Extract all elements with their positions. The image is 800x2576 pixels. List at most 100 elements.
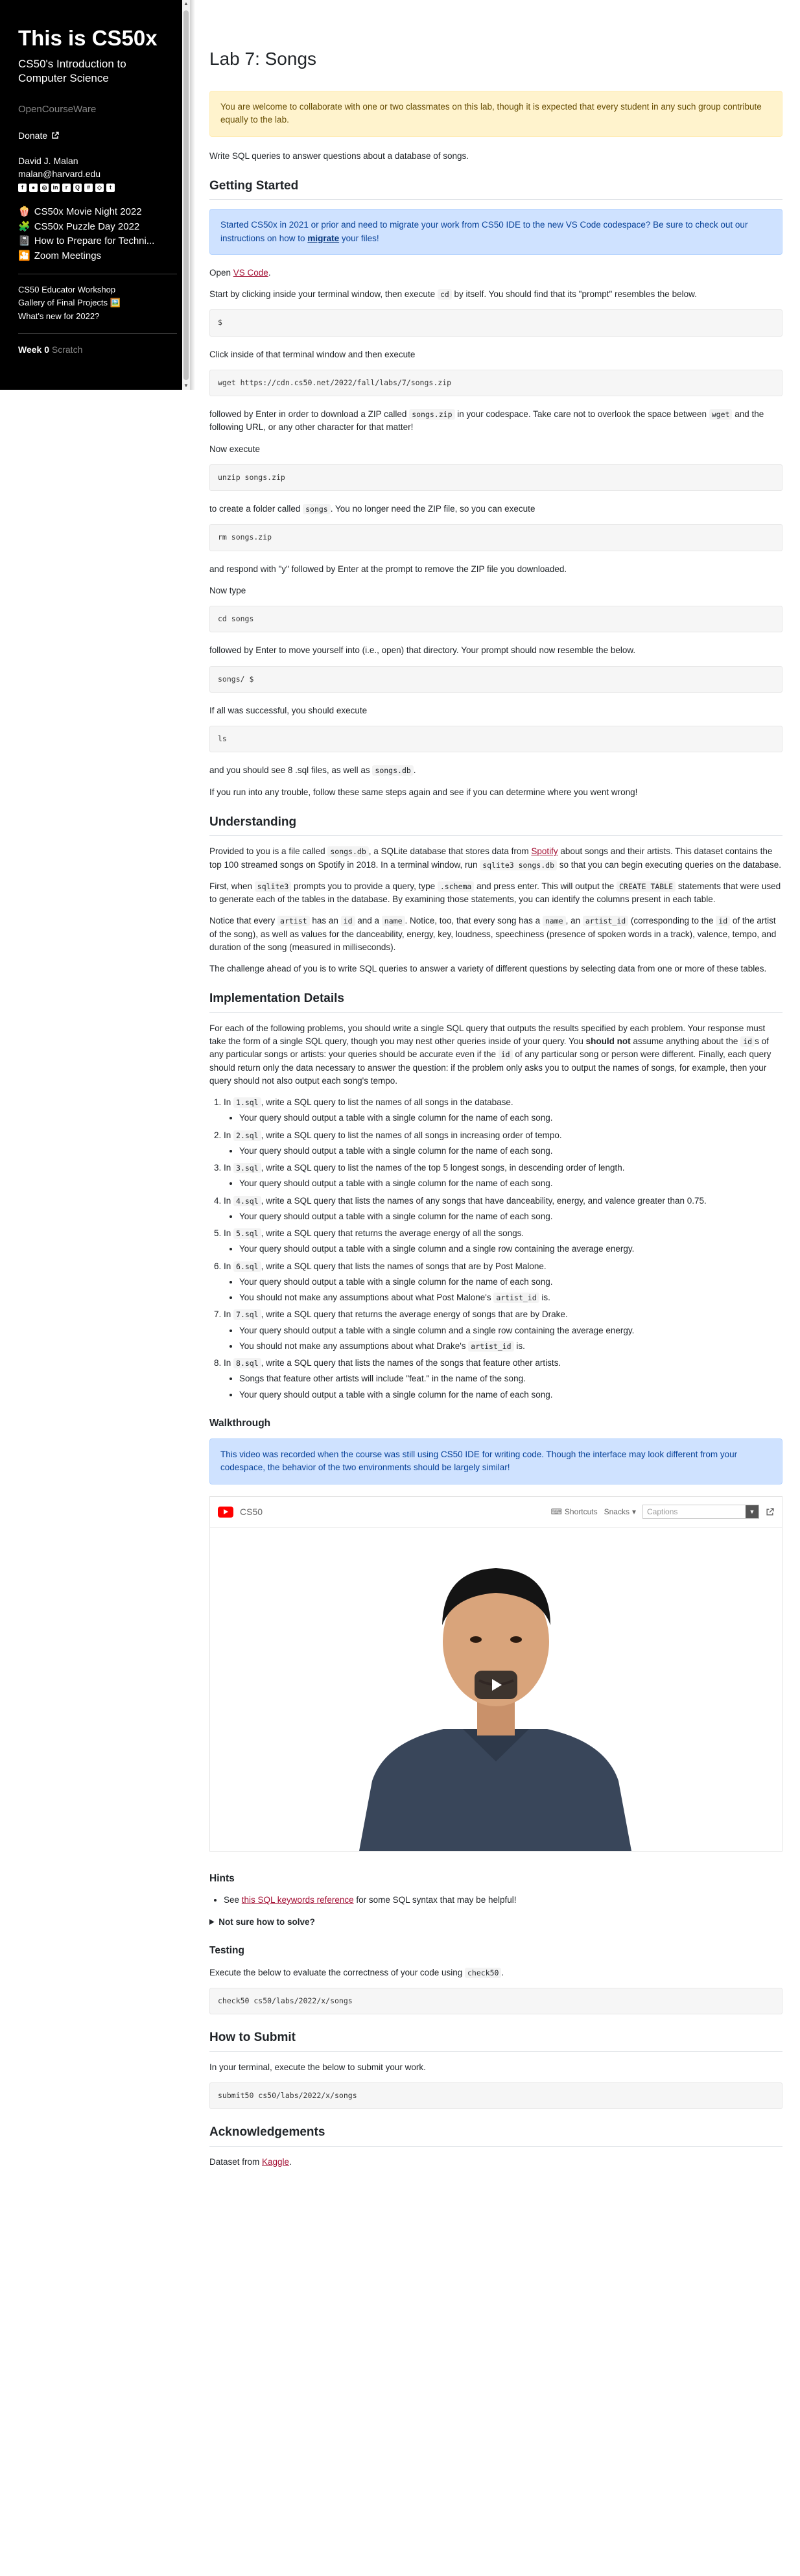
problem-list: In 1.sql, write a SQL query to list the …: [224, 1096, 782, 1401]
list-item: Your query should output a table with a …: [239, 1112, 782, 1125]
sql-keywords-link[interactable]: this SQL keywords reference: [242, 1895, 354, 1905]
section-implementation: Implementation Details: [209, 990, 782, 1013]
text: Notice that every: [209, 916, 278, 926]
hint-details[interactable]: Not sure how to solve?: [209, 1916, 782, 1929]
kaggle-link[interactable]: Kaggle: [262, 2157, 289, 2167]
alert-text: your files!: [339, 233, 379, 243]
list-item: In 4.sql, write a SQL query that lists t…: [224, 1195, 782, 1224]
code-block-submit50[interactable]: submit50 cs50/labs/2022/x/songs: [209, 2082, 782, 2109]
author-email[interactable]: malan@harvard.edu: [18, 167, 177, 180]
inline-code: artist: [277, 916, 310, 927]
text: .: [268, 267, 271, 278]
text: assume anything about the: [630, 1036, 741, 1046]
sidebar-scrollbar[interactable]: ▲ ▼: [182, 0, 190, 390]
text: First, when: [209, 881, 255, 891]
chevron-down-icon[interactable]: ▼: [746, 1505, 759, 1518]
list-item: In 8.sql, write a SQL query that lists t…: [224, 1357, 782, 1401]
list-item: Songs that feature other artists will in…: [239, 1372, 782, 1385]
sidebar-item-gallery[interactable]: Gallery of Final Projects 🖼️: [18, 296, 177, 309]
code-block-unzip[interactable]: unzip songs.zip: [209, 464, 782, 491]
snacks-button[interactable]: Snacks ▾: [604, 1506, 636, 1518]
section-getting-started: Getting Started: [209, 177, 782, 200]
twitter-icon[interactable]: t: [106, 184, 115, 193]
facebook-icon[interactable]: f: [18, 184, 27, 193]
play-button[interactable]: [475, 1670, 517, 1699]
text: .: [289, 2156, 292, 2167]
code-block-wget[interactable]: wget https://cdn.cs50.net/2022/fall/labs…: [209, 369, 782, 396]
inline-code: 6.sql: [233, 1261, 261, 1272]
code-block-prompt-songs[interactable]: songs/ $: [209, 665, 782, 693]
sidebar-item-label: Zoom Meetings: [34, 250, 102, 261]
scroll-down-icon[interactable]: ▼: [182, 382, 190, 390]
paragraph: and respond with "y" followed by Enter a…: [209, 564, 567, 574]
hint-summary[interactable]: Not sure how to solve?: [209, 1916, 782, 1929]
reddit-icon[interactable]: r: [62, 184, 71, 193]
migrate-link[interactable]: migrate: [307, 233, 339, 243]
sidebar-item-whats-new[interactable]: What's new for 2022?: [18, 310, 177, 323]
ocw-link[interactable]: OpenCourseWare: [18, 102, 177, 117]
code-block-rm[interactable]: rm songs.zip: [209, 524, 782, 551]
scroll-up-icon[interactable]: ▲: [182, 0, 190, 8]
code-block-ls[interactable]: ls: [209, 726, 782, 753]
quora-icon[interactable]: Q: [73, 184, 82, 193]
text: , write a SQL query to list the names of…: [261, 1097, 513, 1107]
shortcuts-button[interactable]: ⌨ Shortcuts: [551, 1506, 598, 1518]
text: In: [224, 1358, 234, 1368]
inline-code: 2.sql: [233, 1130, 261, 1141]
captions-select[interactable]: Captions ▼: [642, 1505, 759, 1519]
site-subtitle: CS50's Introduction to Computer Science: [18, 57, 126, 85]
slack-icon[interactable]: #: [84, 184, 93, 193]
sidebar-shadow: [190, 0, 195, 390]
paragraph: followed by Enter to move yourself into …: [209, 645, 636, 656]
sidebar-item-label: How to Prepare for Techni...: [34, 235, 155, 247]
inline-code: songs.zip: [409, 409, 455, 420]
text: , write a SQL query that returns the ave…: [261, 1309, 568, 1320]
scrollbar-thumb[interactable]: [183, 10, 189, 380]
inline-code: wget: [709, 409, 733, 420]
donate-link[interactable]: Donate: [18, 129, 177, 143]
instagram-icon[interactable]: ◎: [40, 184, 49, 193]
list-item: Your query should output a table with a …: [239, 1210, 782, 1223]
video-frame[interactable]: [210, 1527, 782, 1851]
popout-button[interactable]: [766, 1507, 774, 1516]
text: , write a SQL query to list the names of…: [261, 1130, 562, 1140]
list-item: You should not make any assumptions abou…: [239, 1291, 782, 1304]
snapchat-icon[interactable]: ◇: [95, 184, 104, 193]
sidebar-item-puzzle-day[interactable]: 🧩 CS50x Puzzle Day 2022: [18, 220, 177, 235]
sidebar-item-week-0[interactable]: Week 0 Scratch: [18, 343, 177, 357]
code-block-cd[interactable]: cd songs: [209, 606, 782, 633]
vscode-link[interactable]: VS Code: [233, 268, 268, 278]
sidebar-item-zoom[interactable]: 🎦 Zoom Meetings: [18, 249, 177, 264]
inline-code: artist_id: [468, 1341, 514, 1352]
youtube-icon[interactable]: [218, 1506, 233, 1518]
code-block-check50[interactable]: check50 cs50/labs/2022/x/songs: [209, 1987, 782, 2014]
button-label: Shortcuts: [564, 1507, 598, 1516]
spotify-link[interactable]: Spotify: [531, 846, 558, 856]
alert-text: Started CS50x in 2021 or prior and need …: [220, 220, 748, 243]
linkedin-icon[interactable]: in: [51, 184, 60, 193]
list-item: Your query should output a table with a …: [239, 1177, 782, 1190]
paragraph: Start by clicking inside your terminal w…: [209, 288, 782, 301]
text: and a: [355, 916, 382, 926]
video-embed[interactable]: CS50 ⌨ Shortcuts Snacks ▾ Captions ▼: [209, 1496, 782, 1852]
sidebar-item-label: Gallery of Final Projects: [18, 298, 108, 308]
text: In: [224, 1130, 234, 1140]
text: In: [224, 1163, 234, 1173]
sidebar-item-educator-workshop[interactable]: CS50 Educator Workshop: [18, 283, 177, 296]
section-hints: Hints: [209, 1872, 235, 1884]
sidebar-item-movie-night[interactable]: 🍿 CS50x Movie Night 2022: [18, 205, 177, 220]
inline-code: sqlite3: [254, 881, 292, 892]
list-item: In 3.sql, write a SQL query to list the …: [224, 1162, 782, 1191]
code-block-prompt[interactable]: $: [209, 309, 782, 337]
github-icon[interactable]: ●: [29, 184, 38, 193]
sidebar-item-tech-interviews[interactable]: 📓 How to Prepare for Techni...: [18, 234, 177, 249]
video-channel[interactable]: CS50: [240, 1505, 545, 1519]
text: in your codespace. Take care not to over…: [454, 409, 709, 419]
bold-text: should not: [585, 1036, 631, 1046]
text: is.: [513, 1341, 525, 1351]
paragraph: Click inside of that terminal window and…: [209, 349, 416, 359]
text: In: [224, 1195, 234, 1206]
notebook-icon: 📓: [18, 235, 30, 247]
site-title[interactable]: This is CS50x: [18, 26, 177, 51]
page-title: Lab 7: Songs: [209, 49, 317, 69]
